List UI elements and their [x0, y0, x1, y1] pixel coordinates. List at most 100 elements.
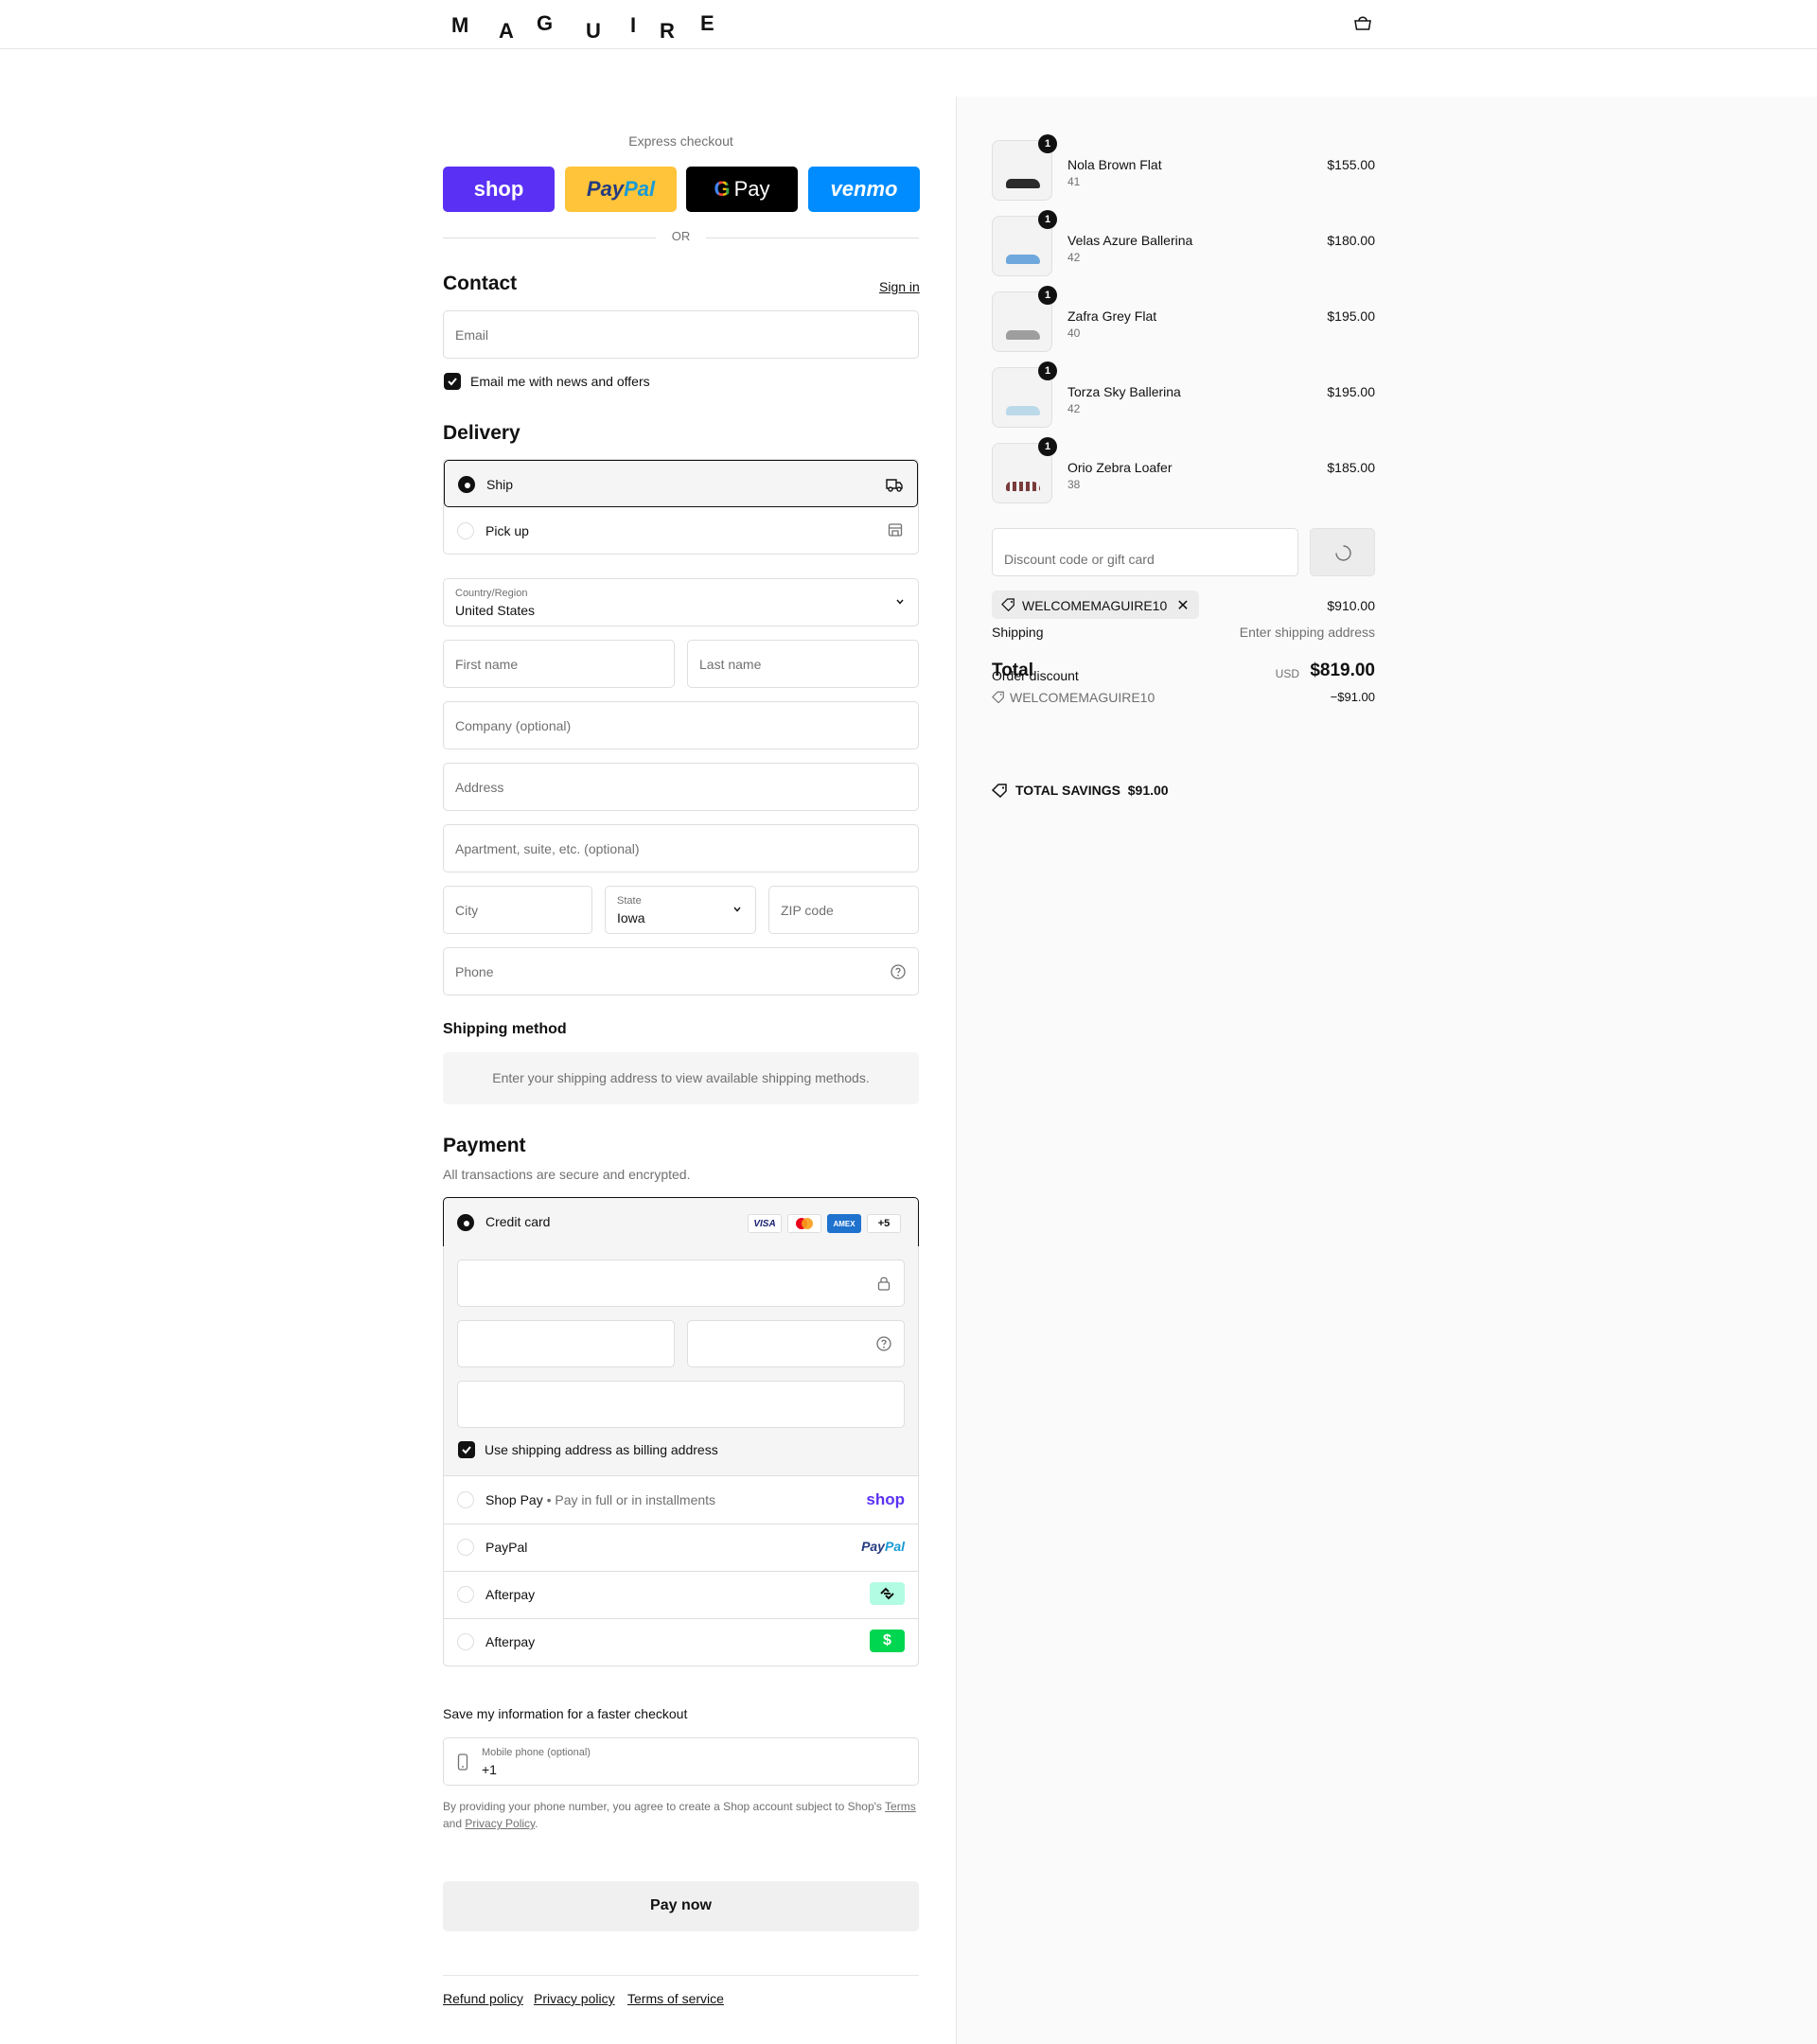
- last-name-field[interactable]: Last name: [687, 640, 919, 688]
- shipping-method-heading: Shipping method: [443, 1021, 567, 1037]
- paypal-label: PayPal: [485, 1540, 528, 1555]
- chevron-down-icon: [733, 907, 741, 912]
- payment-option-shop-pay[interactable]: Shop Pay • Pay in full or in installment…: [444, 1476, 918, 1524]
- shipping-value: Enter shipping address: [1239, 625, 1375, 640]
- address-field[interactable]: Address: [443, 763, 919, 811]
- state-select[interactable]: State Iowa: [605, 886, 756, 934]
- or-divider: OR: [443, 229, 919, 246]
- delivery-option-ship[interactable]: Ship: [444, 460, 918, 507]
- google-pay-button[interactable]: G Pay: [686, 167, 798, 212]
- shop-privacy-link[interactable]: Privacy Policy: [465, 1817, 535, 1830]
- shop-pay-button[interactable]: shop: [443, 167, 555, 212]
- mobile-phone-label: Mobile phone (optional): [482, 1747, 591, 1758]
- discount-code-field[interactable]: Discount code or gift card: [992, 528, 1298, 576]
- pickup-label: Pick up: [485, 523, 529, 538]
- product-price: $195.00: [1327, 384, 1375, 399]
- shop-terms-link[interactable]: Terms: [885, 1800, 916, 1813]
- legal-period: .: [535, 1817, 538, 1830]
- refund-policy-link[interactable]: Refund policy: [443, 1991, 523, 2006]
- applied-code-chip: WELCOMEMAGUIRE10 ✕: [992, 590, 1199, 619]
- total-value: $819.00: [1310, 661, 1375, 680]
- visa-icon: VISA: [748, 1214, 782, 1233]
- shipping-label: Shipping: [992, 625, 1044, 640]
- payment-option-afterpay[interactable]: Afterpay: [444, 1571, 918, 1618]
- quantity-badge: 1: [1038, 361, 1057, 380]
- billing-checkbox[interactable]: [458, 1441, 475, 1458]
- more-cards-badge: +5: [867, 1214, 901, 1233]
- discount-placeholder: Discount code or gift card: [1004, 552, 1155, 567]
- credit-card-radio[interactable]: [457, 1214, 474, 1231]
- state-value: Iowa: [617, 910, 645, 925]
- savings-tag-icon: [992, 784, 1007, 798]
- logo-letter: E: [700, 11, 715, 35]
- apartment-field[interactable]: Apartment, suite, etc. (optional): [443, 824, 919, 872]
- ship-radio[interactable]: [458, 476, 475, 493]
- applied-code-label: WELCOMEMAGUIRE10: [1022, 598, 1168, 613]
- payment-heading: Payment: [443, 1135, 526, 1156]
- logo-letter: G: [537, 11, 555, 35]
- expiry-field[interactable]: [457, 1320, 675, 1367]
- logo-letter: M: [451, 13, 470, 37]
- city-field[interactable]: City: [443, 886, 592, 934]
- help-icon[interactable]: [890, 963, 907, 980]
- tag-icon: [992, 691, 1004, 703]
- remove-code-icon[interactable]: ✕: [1176, 596, 1189, 615]
- delivery-options: Ship Pick up: [443, 459, 919, 555]
- pay-now-button[interactable]: Pay now: [443, 1881, 919, 1931]
- product-size: 41: [1067, 175, 1081, 188]
- email-field[interactable]: Email: [443, 310, 919, 359]
- mastercard-icon: [787, 1214, 821, 1233]
- afterpay-radio[interactable]: [457, 1586, 474, 1603]
- product-name: Nola Brown Flat: [1067, 157, 1162, 172]
- security-code-field[interactable]: [687, 1320, 905, 1367]
- lock-icon: [877, 1277, 891, 1291]
- subtotal-value: $910.00: [1327, 598, 1375, 613]
- mobile-phone-field[interactable]: Mobile phone (optional) +1: [443, 1737, 919, 1786]
- shoe-image: [1006, 179, 1040, 188]
- card-number-field[interactable]: [457, 1260, 905, 1307]
- payment-option-paypal[interactable]: PayPal PayPal: [444, 1524, 918, 1571]
- venmo-button[interactable]: venmo: [808, 167, 920, 212]
- payment-subtitle: All transactions are secure and encrypte…: [443, 1167, 691, 1182]
- brand-logo[interactable]: M A G U I R E: [450, 6, 724, 44]
- company-field[interactable]: Company (optional): [443, 701, 919, 749]
- apply-discount-button[interactable]: [1310, 528, 1375, 576]
- name-on-card-field[interactable]: [457, 1381, 905, 1428]
- delivery-heading: Delivery: [443, 422, 520, 444]
- shop-pay-radio[interactable]: [457, 1491, 474, 1508]
- privacy-policy-link[interactable]: Privacy policy: [534, 1991, 615, 2006]
- first-name-field[interactable]: First name: [443, 640, 675, 688]
- express-checkout-title: Express checkout: [628, 133, 733, 149]
- shop-pay-logo: shop: [473, 177, 524, 201]
- paypal-button[interactable]: Pay Pal: [565, 167, 677, 212]
- city-placeholder: City: [455, 903, 479, 918]
- payment-option-credit-card[interactable]: Credit card VISA AMEX +5: [443, 1197, 919, 1247]
- delivery-option-pickup[interactable]: Pick up: [444, 507, 918, 555]
- shop-pay-label: Shop Pay: [485, 1492, 543, 1507]
- address-placeholder: Address: [455, 780, 504, 795]
- afterpay-cash-radio[interactable]: [457, 1633, 474, 1650]
- country-select[interactable]: Country/Region United States: [443, 578, 919, 626]
- paypal-icon-b: Pal: [884, 1539, 905, 1554]
- bag-icon[interactable]: [1353, 15, 1372, 30]
- help-icon[interactable]: [875, 1335, 892, 1352]
- news-checkbox[interactable]: [444, 373, 461, 390]
- last-name-placeholder: Last name: [699, 657, 762, 672]
- pickup-radio[interactable]: [457, 522, 474, 539]
- shoe-image: [1006, 330, 1040, 340]
- discount-value: −$91.00: [1330, 690, 1375, 704]
- sign-in-link[interactable]: Sign in: [879, 279, 920, 294]
- terms-of-service-link[interactable]: Terms of service: [627, 1991, 724, 2006]
- afterpay-icon: [870, 1582, 905, 1605]
- shop-pay-icon: shop: [866, 1490, 905, 1508]
- phone-field[interactable]: Phone: [443, 947, 919, 996]
- payment-option-afterpay-cash[interactable]: Afterpay $: [444, 1618, 918, 1665]
- zip-field[interactable]: ZIP code: [768, 886, 919, 934]
- total-savings: TOTAL SAVINGS $91.00: [1015, 783, 1169, 798]
- alt-payment-options: Shop Pay • Pay in full or in installment…: [443, 1475, 919, 1666]
- currency-label: USD: [1275, 667, 1299, 680]
- product-name: Orio Zebra Loafer: [1067, 460, 1173, 475]
- line-item: 1 Torza Sky Ballerina 42 $195.00: [992, 361, 1375, 430]
- paypal-radio[interactable]: [457, 1539, 474, 1556]
- quantity-badge: 1: [1038, 286, 1057, 305]
